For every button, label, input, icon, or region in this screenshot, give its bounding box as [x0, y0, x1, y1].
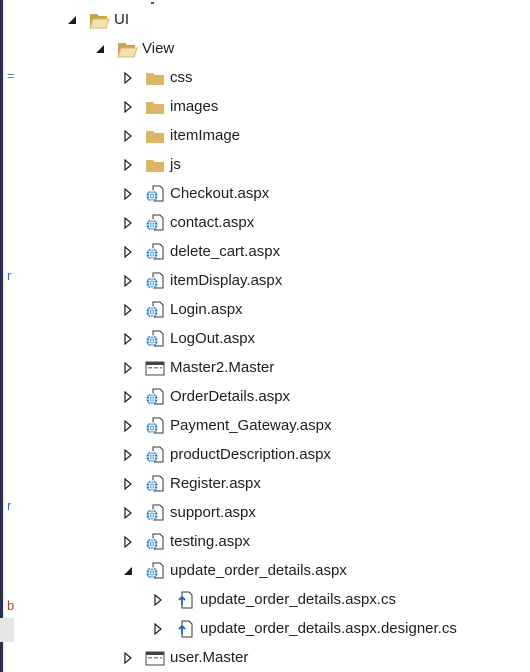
tree-item-label: contact.aspx [170, 214, 255, 231]
expanded-arrow-icon[interactable] [122, 565, 134, 577]
collapsed-arrow-icon[interactable] [152, 623, 164, 635]
tree-item-label: UI [114, 11, 129, 28]
tree-item-user-master[interactable]: user.Master [122, 644, 248, 672]
folder-icon [144, 97, 166, 117]
tree-item-label: itemDisplay.aspx [170, 272, 283, 289]
tree-item-label: delete_cart.aspx [170, 243, 281, 260]
tree-item-login-aspx[interactable]: Login.aspx [122, 296, 243, 324]
tree-item-label: update_order_details.aspx.cs [200, 591, 396, 608]
tree-item-support-aspx[interactable]: support.aspx [122, 499, 256, 527]
collapsed-arrow-icon[interactable] [122, 478, 134, 490]
collapsed-arrow-icon[interactable] [122, 333, 134, 345]
tree-item-label: OrderDetails.aspx [170, 388, 291, 405]
folder-open-icon [116, 39, 138, 59]
cs-file-icon [174, 619, 196, 639]
tree-item-label: Payment_Gateway.aspx [170, 417, 332, 434]
folder-icon [144, 68, 166, 88]
collapsed-arrow-icon[interactable] [122, 188, 134, 200]
master-page-icon [144, 648, 166, 668]
aspx-file-icon [144, 300, 166, 320]
tree-item-label: productDescription.aspx [170, 446, 331, 463]
aspx-file-icon [144, 474, 166, 494]
folder-open-icon [88, 10, 110, 30]
tree-item-label: itemImage [170, 127, 241, 144]
tree-item-master2-master[interactable]: Master2.Master [122, 354, 274, 382]
tree-item-label: images [170, 98, 219, 115]
collapsed-arrow-icon[interactable] [122, 246, 134, 258]
aspx-file-icon [144, 532, 166, 552]
tree-item-label: support.aspx [170, 504, 256, 521]
aspx-file-icon [144, 271, 166, 291]
tree-item-itemimage[interactable]: itemImage [122, 122, 240, 150]
aspx-file-icon [144, 561, 166, 581]
tree-item-update-order-details-aspx-cs[interactable]: update_order_details.aspx.cs [152, 586, 396, 614]
master-page-icon [144, 358, 166, 378]
aspx-file-icon [144, 184, 166, 204]
aspx-file-icon [144, 503, 166, 523]
collapsed-arrow-icon[interactable] [122, 217, 134, 229]
tree-item-label: Master2.Master [170, 359, 275, 376]
tree-item-checkout-aspx[interactable]: Checkout.aspx [122, 180, 269, 208]
tree-item-label: LogOut.aspx [170, 330, 256, 347]
aspx-file-icon [144, 445, 166, 465]
collapsed-arrow-icon[interactable] [122, 159, 134, 171]
collapsed-arrow-icon[interactable] [122, 362, 134, 374]
tree-item-productdescription-aspx[interactable]: productDescription.aspx [122, 441, 331, 469]
tree-item-label: testing.aspx [170, 533, 251, 550]
tree-item-label: View [142, 40, 175, 57]
tree-item-label: Login.aspx [170, 301, 243, 318]
tree-item-js[interactable]: js [122, 151, 181, 179]
aspx-file-icon [144, 213, 166, 233]
tree-item-label: js [170, 156, 181, 173]
collapsed-arrow-icon[interactable] [122, 130, 134, 142]
tree-item-label: Checkout.aspx [170, 185, 270, 202]
tree-item-view[interactable]: View [94, 35, 174, 63]
tree-item-logout-aspx[interactable]: LogOut.aspx [122, 325, 255, 353]
aspx-file-icon [144, 416, 166, 436]
tree-item-label: css [170, 69, 193, 86]
tree-item-orderdetails-aspx[interactable]: OrderDetails.aspx [122, 383, 290, 411]
collapsed-arrow-icon[interactable] [122, 420, 134, 432]
collapsed-arrow-icon[interactable] [122, 652, 134, 664]
collapsed-arrow-icon[interactable] [122, 391, 134, 403]
tree-item-itemdisplay-aspx[interactable]: itemDisplay.aspx [122, 267, 282, 295]
folder-icon [144, 155, 166, 175]
tree-item-images[interactable]: images [122, 93, 218, 121]
tree-item-register-aspx[interactable]: Register.aspx [122, 470, 261, 498]
collapsed-arrow-icon[interactable] [122, 72, 134, 84]
collapsed-arrow-icon[interactable] [122, 507, 134, 519]
solution-explorer-tree: UI View css images itemImage js Checkout.aspx c… [0, 0, 530, 672]
tree-item-update-order-details-aspx-designer-cs[interactable]: update_order_details.aspx.designer.cs [152, 615, 457, 643]
expanded-arrow-icon[interactable] [66, 14, 78, 26]
cs-file-icon [174, 590, 196, 610]
tree-item-label: user.Master [170, 649, 249, 666]
folder-icon [144, 126, 166, 146]
collapsed-arrow-icon[interactable] [122, 304, 134, 316]
tree-item-contact-aspx[interactable]: contact.aspx [122, 209, 254, 237]
tree-item-css[interactable]: css [122, 64, 193, 92]
tree-item-label: Register.aspx [170, 475, 261, 492]
collapsed-arrow-icon[interactable] [122, 449, 134, 461]
tree-item-label: update_order_details.aspx [170, 562, 347, 579]
collapsed-arrow-icon[interactable] [122, 536, 134, 548]
expanded-arrow-icon[interactable] [94, 43, 106, 55]
aspx-file-icon [144, 242, 166, 262]
collapsed-arrow-icon[interactable] [122, 101, 134, 113]
tree-item-testing-aspx[interactable]: testing.aspx [122, 528, 250, 556]
collapsed-arrow-icon[interactable] [152, 594, 164, 606]
collapsed-arrow-icon[interactable] [122, 275, 134, 287]
aspx-file-icon [144, 387, 166, 407]
tree-item-delete-cart-aspx[interactable]: delete_cart.aspx [122, 238, 280, 266]
aspx-file-icon [144, 329, 166, 349]
tree-item-label: update_order_details.aspx.designer.cs [200, 620, 457, 637]
tree-item-payment-gateway-aspx[interactable]: Payment_Gateway.aspx [122, 412, 331, 440]
tree-item-ui[interactable]: UI [66, 6, 129, 34]
tree-item-update-order-details-aspx[interactable]: update_order_details.aspx [122, 557, 347, 585]
